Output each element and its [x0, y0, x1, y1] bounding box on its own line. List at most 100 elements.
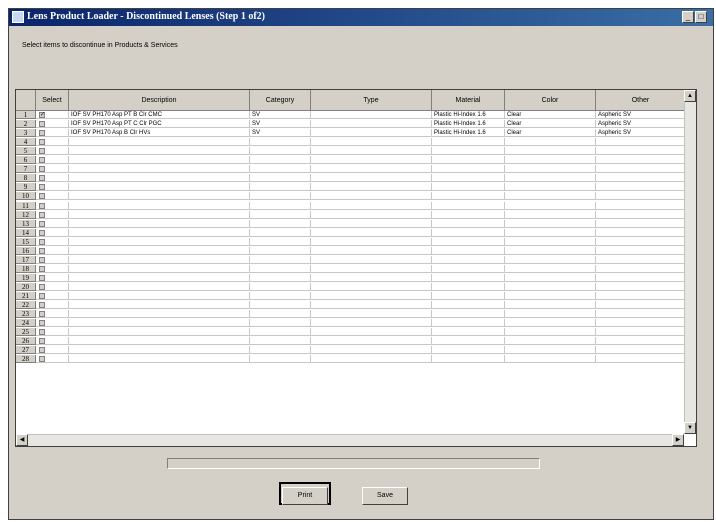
material-cell[interactable]: Plastic Hi-Index 1.6: [432, 129, 505, 138]
column-header-material[interactable]: Material: [432, 90, 505, 111]
material-cell[interactable]: [432, 282, 505, 291]
scroll-right-button[interactable]: ▶: [672, 434, 684, 446]
type-cell[interactable]: [311, 355, 432, 364]
type-cell[interactable]: [311, 201, 432, 210]
category-cell[interactable]: [250, 138, 311, 147]
color-cell[interactable]: Clear: [505, 120, 596, 129]
category-cell[interactable]: [250, 273, 311, 282]
color-cell[interactable]: [505, 310, 596, 319]
table-row[interactable]: 12: [16, 210, 686, 219]
other-cell[interactable]: [596, 346, 686, 355]
color-cell[interactable]: [505, 228, 596, 237]
table-row[interactable]: 26: [16, 337, 686, 346]
row-number[interactable]: 13: [16, 219, 36, 228]
other-cell[interactable]: [596, 228, 686, 237]
category-cell[interactable]: [250, 183, 311, 192]
type-cell[interactable]: [311, 129, 432, 138]
color-cell[interactable]: [505, 165, 596, 174]
select-checkbox[interactable]: [39, 157, 45, 164]
description-cell[interactable]: [69, 282, 250, 291]
type-cell[interactable]: [311, 210, 432, 219]
material-cell[interactable]: [432, 301, 505, 310]
column-header-color[interactable]: Color: [505, 90, 596, 111]
select-cell[interactable]: [36, 138, 69, 147]
table-row[interactable]: 28: [16, 355, 686, 364]
color-cell[interactable]: [505, 264, 596, 273]
select-checkbox[interactable]: [39, 347, 45, 354]
column-header-type[interactable]: Type: [311, 90, 432, 111]
color-cell[interactable]: [505, 183, 596, 192]
category-cell[interactable]: [250, 255, 311, 264]
row-number[interactable]: 3: [16, 129, 36, 138]
select-cell[interactable]: [36, 165, 69, 174]
type-cell[interactable]: [311, 346, 432, 355]
type-cell[interactable]: [311, 310, 432, 319]
corner-header[interactable]: [16, 90, 36, 111]
select-checkbox[interactable]: [39, 293, 45, 299]
table-row[interactable]: 5: [16, 147, 686, 156]
row-number[interactable]: 1: [16, 111, 36, 119]
material-cell[interactable]: [432, 174, 505, 183]
description-cell[interactable]: [69, 156, 250, 165]
table-row[interactable]: 10: [16, 192, 686, 201]
select-checkbox[interactable]: [39, 238, 45, 245]
type-cell[interactable]: [311, 120, 432, 129]
other-cell[interactable]: [596, 201, 686, 210]
material-cell[interactable]: [432, 264, 505, 273]
category-cell[interactable]: [250, 319, 311, 328]
color-cell[interactable]: [505, 237, 596, 246]
type-cell[interactable]: [311, 228, 432, 237]
material-cell[interactable]: [432, 219, 505, 228]
description-cell[interactable]: [69, 346, 250, 355]
description-cell[interactable]: [69, 255, 250, 264]
select-cell[interactable]: [36, 192, 69, 201]
row-number[interactable]: 28: [16, 355, 36, 364]
row-number[interactable]: 24: [16, 319, 36, 328]
category-cell[interactable]: SV: [250, 129, 311, 138]
category-cell[interactable]: [250, 219, 311, 228]
other-cell[interactable]: [596, 210, 686, 219]
description-cell[interactable]: [69, 319, 250, 328]
row-number[interactable]: 20: [16, 282, 36, 291]
select-checkbox[interactable]: [39, 148, 45, 155]
table-row[interactable]: 20: [16, 282, 686, 291]
material-cell[interactable]: Plastic Hi-Index 1.6: [432, 120, 505, 129]
type-cell[interactable]: [311, 328, 432, 337]
table-row[interactable]: 27: [16, 346, 686, 355]
table-row[interactable]: 4: [16, 138, 686, 147]
description-cell[interactable]: [69, 147, 250, 156]
row-number[interactable]: 21: [16, 292, 36, 300]
other-cell[interactable]: [596, 255, 686, 264]
select-checkbox[interactable]: [39, 338, 45, 345]
category-cell[interactable]: [250, 228, 311, 237]
other-cell[interactable]: [596, 219, 686, 228]
category-cell[interactable]: [250, 156, 311, 165]
color-cell[interactable]: [505, 328, 596, 337]
row-number[interactable]: 25: [16, 328, 36, 337]
scroll-left-button[interactable]: ◀: [16, 434, 28, 446]
type-cell[interactable]: [311, 273, 432, 282]
type-cell[interactable]: [311, 237, 432, 246]
table-row[interactable]: 7: [16, 165, 686, 174]
category-cell[interactable]: [250, 192, 311, 201]
select-checkbox[interactable]: ✓: [39, 112, 45, 118]
category-cell[interactable]: [250, 147, 311, 156]
color-cell[interactable]: [505, 138, 596, 147]
row-number[interactable]: 17: [16, 255, 36, 264]
row-number[interactable]: 12: [16, 210, 36, 219]
material-cell[interactable]: [432, 337, 505, 346]
title-bar[interactable]: Lens Product Loader - Discontinued Lense…: [9, 9, 713, 26]
category-cell[interactable]: [250, 282, 311, 291]
row-number[interactable]: 4: [16, 138, 36, 147]
type-cell[interactable]: [311, 183, 432, 192]
category-cell[interactable]: [250, 246, 311, 255]
row-number[interactable]: 7: [16, 165, 36, 174]
select-cell[interactable]: [36, 328, 69, 337]
table-row[interactable]: 22: [16, 301, 686, 310]
select-checkbox[interactable]: [39, 121, 45, 128]
select-cell[interactable]: [36, 346, 69, 355]
color-cell[interactable]: [505, 156, 596, 165]
other-cell[interactable]: [596, 246, 686, 255]
other-cell[interactable]: Aspheric SV: [596, 120, 686, 129]
row-number[interactable]: 18: [16, 264, 36, 273]
